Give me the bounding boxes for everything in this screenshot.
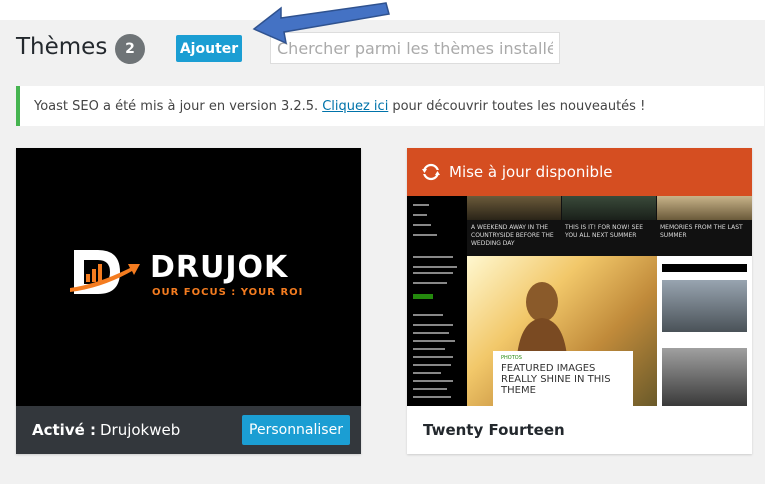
annotation-arrow-icon <box>252 2 390 45</box>
update-label: Mise à jour disponible <box>449 163 613 181</box>
refresh-icon <box>421 163 441 181</box>
preview-hero-card: PHOTOS FEATURED IMAGES REALLY SHINE IN T… <box>493 351 633 406</box>
theme-name: Twenty Fourteen <box>423 421 565 439</box>
customize-button[interactable]: Personnaliser <box>242 415 350 445</box>
theme-name: Drujokweb <box>99 421 181 439</box>
preview-hero-image: PHOTOS FEATURED IMAGES REALLY SHINE IN T… <box>467 256 657 406</box>
update-available-banner[interactable]: Mise à jour disponible <box>407 148 752 196</box>
notice-link[interactable]: Cliquez ici <box>322 99 388 114</box>
preview-tile-text: THIS IS IT! FOR NOW! SEE YOU ALL NEXT SU… <box>565 224 643 239</box>
notice-text: Yoast SEO a été mis à jour en version 3.… <box>34 98 319 114</box>
drujok-logo-icon <box>70 250 140 294</box>
yoast-update-notice: Yoast SEO a été mis à jour en version 3.… <box>16 86 764 126</box>
theme-screenshot[interactable]: A WEEKEND AWAY IN THE COUNTRYSIDE BEFORE… <box>407 148 752 406</box>
notice-text-end: pour découvrir toutes les nouveautés ! <box>392 98 646 114</box>
preview-right-column <box>657 256 752 406</box>
theme-screenshot[interactable]: DRUJOK OUR FOCUS : YOUR ROI <box>16 148 361 406</box>
theme-info-bar: Activé : Drujokweb Personnaliser <box>16 406 361 454</box>
theme-info-bar: Twenty Fourteen <box>407 406 752 454</box>
preview-tile-text: A WEEKEND AWAY IN THE COUNTRYSIDE BEFORE… <box>471 224 554 247</box>
preview-hero-figure-icon <box>517 282 567 356</box>
logo-tagline: OUR FOCUS : YOUR ROI <box>152 287 304 298</box>
active-label: Activé : <box>32 421 96 439</box>
preview-sidebar <box>407 196 467 406</box>
preview-featured-strip: A WEEKEND AWAY IN THE COUNTRYSIDE BEFORE… <box>467 196 752 256</box>
theme-card-twenty-fourteen[interactable]: A WEEKEND AWAY IN THE COUNTRYSIDE BEFORE… <box>407 148 752 454</box>
preview-tile-text: MEMORIES FROM THE LAST SUMMER <box>660 224 743 239</box>
theme-card-drujokweb[interactable]: DRUJOK OUR FOCUS : YOUR ROI Activé : Dru… <box>16 148 361 454</box>
preview-hero-heading: FEATURED IMAGES REALLY SHINE IN THIS THE… <box>501 363 611 396</box>
logo-wordmark: DRUJOK <box>150 250 289 285</box>
